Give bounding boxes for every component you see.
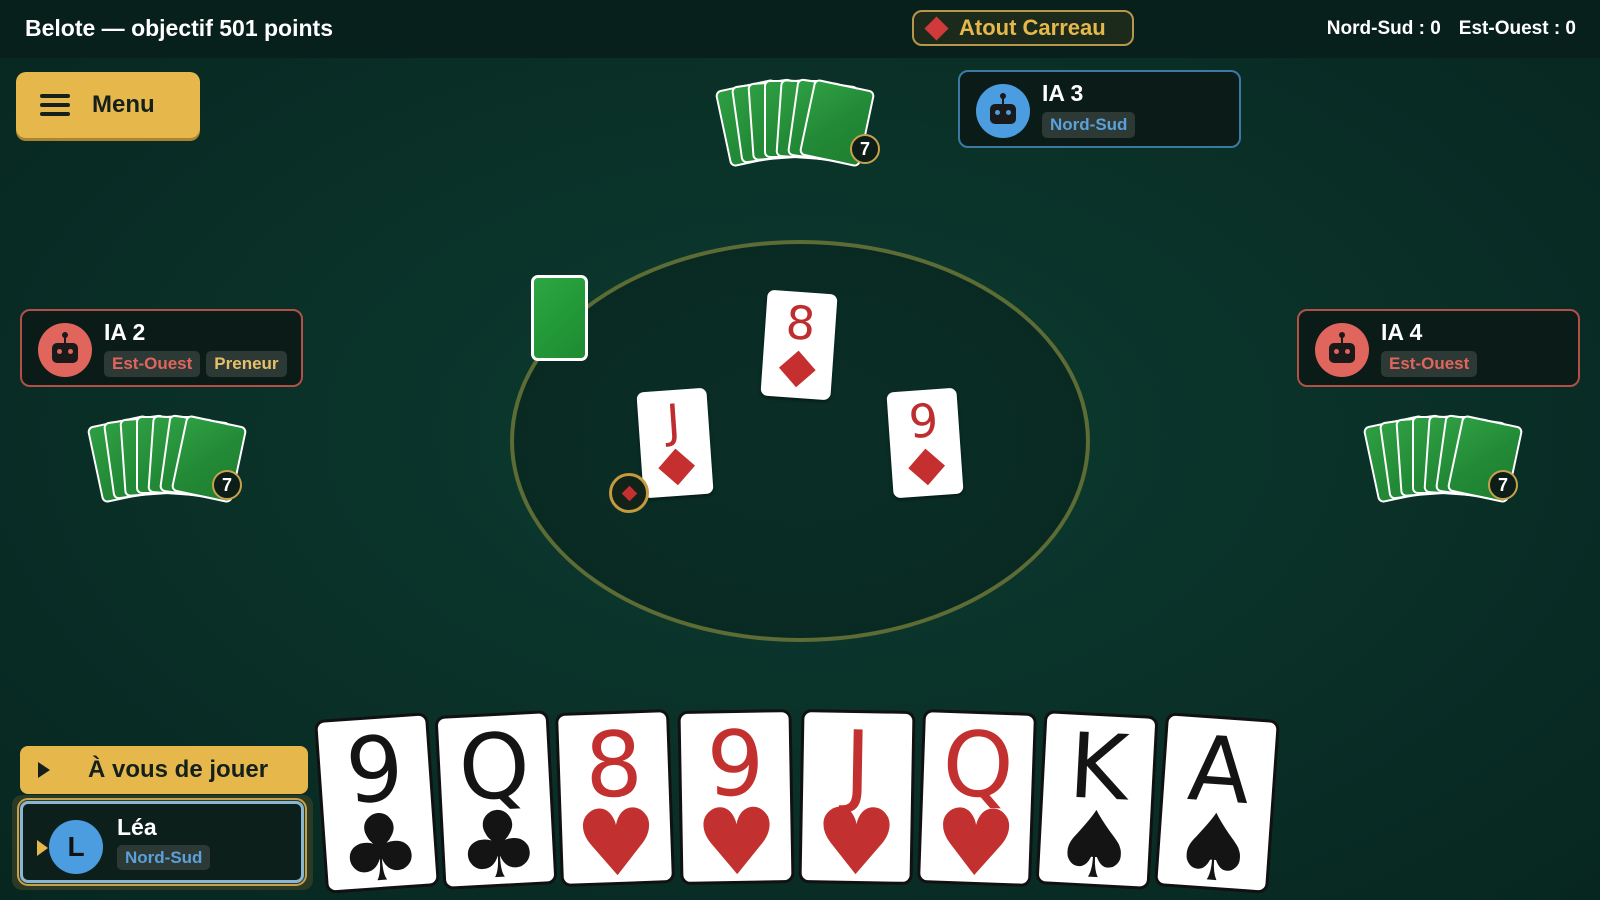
diamond-suit-icon xyxy=(658,448,696,486)
avatar: L xyxy=(49,820,103,874)
clubs-icon: ♣ xyxy=(335,792,426,894)
card-rank: 8 xyxy=(784,295,818,352)
hand-card-q-clubs[interactable]: Q ♣ xyxy=(434,710,558,890)
player-name: Léa xyxy=(117,814,157,840)
player-panel-ia3: IA 3 Nord-Sud xyxy=(958,70,1241,148)
robot-avatar-icon xyxy=(1315,323,1369,377)
robot-avatar-icon xyxy=(976,84,1030,138)
hearts-icon: ♥ xyxy=(814,788,899,885)
game-title: Belote — objectif 501 points xyxy=(25,15,333,41)
hand-card-j-hearts[interactable]: J ♥ xyxy=(798,709,916,885)
my-player-box: L Léa Nord-Sud xyxy=(17,798,307,886)
clubs-icon: ♣ xyxy=(454,789,543,890)
card-count-badge: 7 xyxy=(212,470,242,500)
hearts-icon: ♥ xyxy=(573,788,660,887)
team-badge: Nord-Sud xyxy=(1042,112,1136,138)
west-hand-fan: 7 xyxy=(86,414,254,506)
trick-card-west: J xyxy=(636,387,714,499)
hand-card-q-hearts[interactable]: Q ♥ xyxy=(916,709,1038,887)
my-player-panel: L Léa Nord-Sud xyxy=(12,795,313,890)
diamond-icon xyxy=(621,485,638,502)
card-rank: J xyxy=(664,393,683,449)
player-name: IA 3 xyxy=(1042,80,1084,106)
trump-label: Atout Carreau xyxy=(959,15,1106,40)
diamond-suit-icon xyxy=(908,448,946,486)
lead-suit-chip xyxy=(609,473,649,513)
draw-pile xyxy=(531,275,588,361)
hamburger-icon xyxy=(40,94,70,116)
diamond-suit-icon xyxy=(778,350,816,388)
trick-card-east: 9 xyxy=(886,387,964,499)
north-hand-fan: 7 xyxy=(714,78,882,170)
taker-badge: Preneur xyxy=(206,351,287,377)
trump-indicator: Atout Carreau xyxy=(912,10,1134,46)
player-name: IA 2 xyxy=(104,319,146,345)
card-count-badge: 7 xyxy=(1488,470,1518,500)
spades-icon: ♠ xyxy=(1050,789,1139,890)
diamond-icon xyxy=(924,15,949,41)
hand-card-8-hearts[interactable]: 8 ♥ xyxy=(554,709,676,887)
east-hand-fan: 7 xyxy=(1362,414,1530,506)
card-rank: 9 xyxy=(906,393,940,450)
menu-button[interactable]: Menu xyxy=(16,72,200,138)
team-badge: Est-Ouest xyxy=(104,351,201,377)
hand-card-k-spades[interactable]: K ♠ xyxy=(1035,710,1159,890)
your-turn-banner: À vous de jouer xyxy=(20,746,308,794)
play-arrow-icon xyxy=(38,762,50,778)
hand-card-9-clubs[interactable]: 9 ♣ xyxy=(314,712,440,894)
hearts-icon: ♥ xyxy=(694,788,779,885)
menu-label: Menu xyxy=(92,91,155,118)
score-nord-sud: Nord-Sud : 0 xyxy=(1326,18,1441,39)
hand-card-a-spades[interactable]: A ♠ xyxy=(1154,712,1280,894)
trick-card-north: 8 xyxy=(760,289,838,401)
turn-label: À vous de jouer xyxy=(88,756,269,783)
hand-card-9-hearts[interactable]: 9 ♥ xyxy=(677,709,795,885)
team-badge: Est-Ouest xyxy=(1381,351,1478,377)
team-badge: Nord-Sud xyxy=(117,845,211,870)
active-turn-arrow-icon xyxy=(37,840,48,856)
card-count-badge: 7 xyxy=(850,134,880,164)
player-name: IA 4 xyxy=(1381,319,1423,345)
scoreboard: Nord-Sud : 0 Est-Ouest : 0 xyxy=(1327,18,1576,40)
player-panel-ia2: IA 2 Est-Ouest Preneur xyxy=(20,309,303,387)
hearts-icon: ♥ xyxy=(932,788,1019,887)
spades-icon: ♠ xyxy=(1168,792,1259,894)
robot-avatar-icon xyxy=(38,323,92,377)
score-est-ouest: Est-Ouest : 0 xyxy=(1458,18,1576,39)
player-panel-ia4: IA 4 Est-Ouest xyxy=(1297,309,1580,387)
